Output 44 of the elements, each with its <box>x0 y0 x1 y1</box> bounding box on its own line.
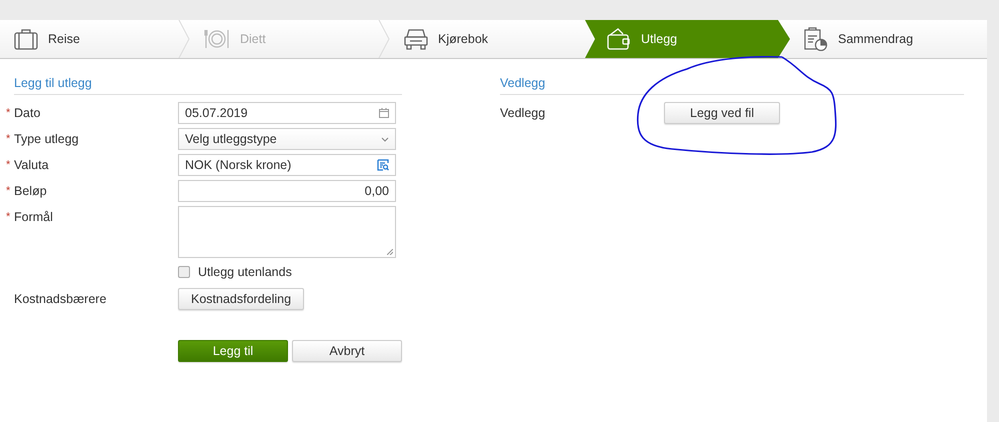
checkbox-label: Utlegg utenlands <box>198 265 292 279</box>
clipboard-chart-icon <box>804 27 828 51</box>
car-icon <box>404 28 428 50</box>
step-tab[interactable]: Kjørebok <box>390 20 585 58</box>
step-divider <box>178 20 190 58</box>
amount-field[interactable]: 0,00 <box>178 180 396 202</box>
field-label: Type utlegg <box>14 132 79 146</box>
field-label: Vedlegg <box>500 106 546 120</box>
suitcase-icon <box>14 28 38 50</box>
calendar-icon <box>379 108 389 118</box>
field-label: Beløp <box>14 184 47 198</box>
amount-value: 0,00 <box>364 184 389 198</box>
plate-icon <box>204 29 230 49</box>
required-asterisk: * <box>6 133 12 145</box>
cancel-button[interactable]: Avbryt <box>292 340 402 362</box>
currency-field[interactable]: NOK (Norsk krone) <box>178 154 396 176</box>
lookup-value: NOK (Norsk krone) <box>185 158 292 172</box>
type-dropdown[interactable]: Velg utleggstype <box>178 128 396 150</box>
field-label: Kostnadsbærere <box>14 292 106 306</box>
step-divider <box>378 20 390 58</box>
select-value: Velg utleggstype <box>185 132 278 146</box>
date-value: 05.07.2019 <box>185 106 249 120</box>
field-label: Formål <box>14 210 53 224</box>
search-icon[interactable] <box>377 159 389 171</box>
cost-allocation-button[interactable]: Kostnadsfordeling <box>178 288 304 310</box>
step-tab[interactable]: Utlegg <box>585 20 790 58</box>
section-title: Legg til utlegg <box>14 76 402 95</box>
resize-grip-icon <box>387 249 393 255</box>
required-asterisk: * <box>6 211 12 223</box>
field-label: Dato <box>14 106 40 120</box>
add-button[interactable]: Legg til <box>178 340 288 362</box>
date-field[interactable]: 05.07.2019 <box>178 102 396 124</box>
required-asterisk: * <box>6 159 12 171</box>
checkbox[interactable] <box>178 266 190 278</box>
wallet-icon <box>607 28 631 50</box>
field-label: Valuta <box>14 158 49 172</box>
step-tab[interactable]: Sammendrag <box>790 20 987 58</box>
attach-file-button[interactable]: Legg ved fil <box>664 102 780 124</box>
purpose-textarea[interactable] <box>178 206 396 258</box>
step-tab[interactable]: Reise <box>0 20 190 58</box>
chevron-down-icon <box>381 136 389 142</box>
required-asterisk: * <box>6 107 12 119</box>
section-title: Vedlegg <box>500 76 964 95</box>
required-asterisk: * <box>6 185 12 197</box>
